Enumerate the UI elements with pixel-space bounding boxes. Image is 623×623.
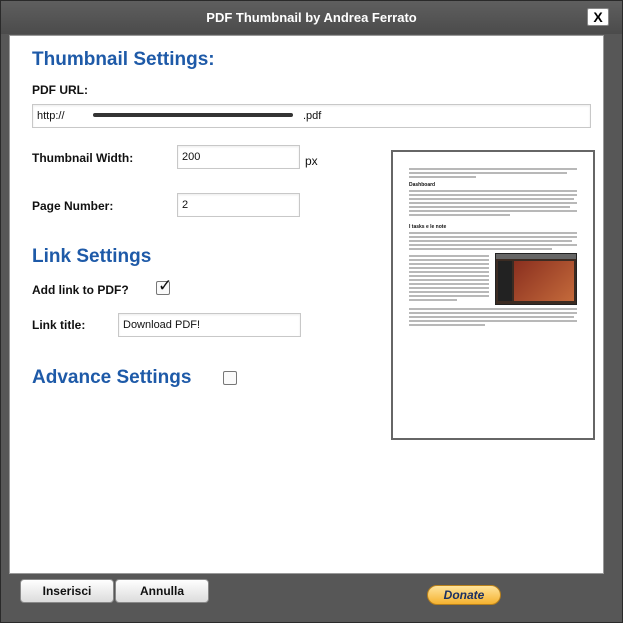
link-title-label: Link title:: [32, 318, 86, 332]
donate-button[interactable]: Donate: [427, 585, 501, 605]
preview-heading-tasks: I tasks e le note: [409, 224, 447, 230]
thumbnail-settings-heading: Thumbnail Settings:: [32, 49, 215, 70]
page-number-label: Page Number:: [32, 199, 114, 213]
redacted-url-segment: [93, 113, 293, 117]
pdf-url-value: http://: [37, 110, 65, 122]
advance-settings-heading: Advance Settings: [32, 367, 192, 388]
width-unit: px: [305, 154, 318, 168]
pdf-url-label: PDF URL:: [32, 83, 88, 97]
close-button[interactable]: X: [587, 8, 609, 26]
page-number-input[interactable]: [177, 193, 300, 217]
thumbnail-width-input[interactable]: [177, 145, 300, 169]
insert-button[interactable]: Inserisci: [20, 579, 114, 603]
add-link-label: Add link to PDF?: [32, 283, 129, 297]
pdf-thumbnail-preview: Dashboard I tasks e le note: [391, 150, 595, 440]
pdf-url-input[interactable]: http:// .pdf: [32, 104, 591, 128]
dialog-footer: Inserisci Annulla Donate: [9, 575, 604, 615]
thumbnail-width-label: Thumbnail Width:: [32, 151, 134, 165]
dialog-window: PDF Thumbnail by Andrea Ferrato X Thumbn…: [0, 0, 623, 623]
window-title: PDF Thumbnail by Andrea Ferrato: [206, 10, 417, 25]
pdf-url-tail: .pdf: [303, 110, 322, 122]
cancel-button[interactable]: Annulla: [115, 579, 209, 603]
title-bar: PDF Thumbnail by Andrea Ferrato X: [1, 1, 622, 34]
settings-panel: Thumbnail Settings: PDF URL: http:// .pd…: [9, 35, 604, 574]
add-link-checkbox[interactable]: ✓: [156, 276, 172, 295]
advance-settings-checkbox[interactable]: [223, 371, 237, 385]
preview-screenshot-image: [495, 253, 577, 305]
link-settings-heading: Link Settings: [32, 246, 152, 267]
close-icon: X: [593, 9, 603, 25]
link-title-input[interactable]: [118, 313, 301, 337]
preview-heading-dashboard: Dashboard: [409, 182, 436, 188]
checkmark-icon: ✓: [158, 276, 173, 295]
